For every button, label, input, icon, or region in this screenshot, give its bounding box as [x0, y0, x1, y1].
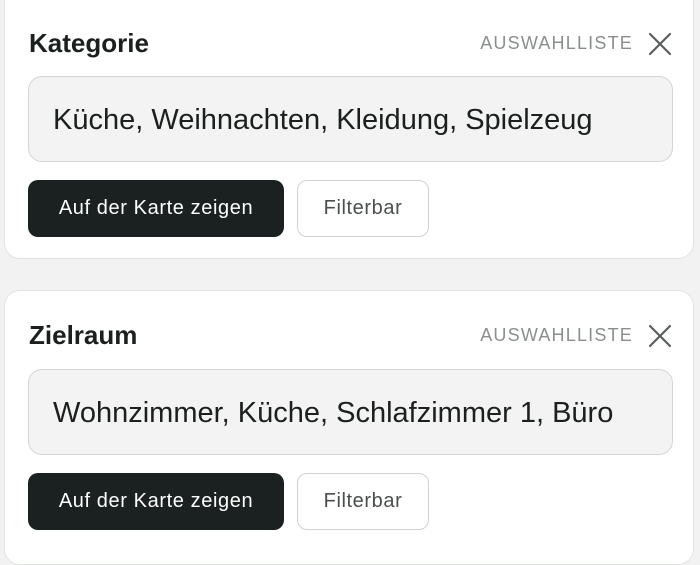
filter-type-label: AUSWAHLLISTE — [480, 33, 633, 53]
close-icon[interactable] — [647, 31, 673, 57]
filter-title: Zielraum — [29, 320, 138, 350]
filter-title: Kategorie — [29, 28, 149, 58]
show-on-map-button[interactable]: Auf der Karte zeigen — [28, 180, 284, 237]
filter-card-zielraum: Zielraum AUSWAHLLISTE Wohnzimmer, Küche,… — [4, 290, 694, 565]
filter-card-kategorie: Kategorie AUSWAHLLISTE Küche, Weihnachte… — [4, 0, 694, 259]
filter-type-label: AUSWAHLLISTE — [480, 325, 633, 345]
filter-value-text: Wohnzimmer, Küche, Schlafzimmer 1, Büro — [53, 397, 614, 429]
show-on-map-button[interactable]: Auf der Karte zeigen — [28, 473, 284, 530]
filterable-button[interactable]: Filterbar — [297, 180, 429, 237]
filterable-button[interactable]: Filterbar — [297, 473, 429, 530]
filter-value-field[interactable]: Küche, Weihnachten, Kleidung, Spielzeug — [28, 76, 673, 162]
filter-value-text: Küche, Weihnachten, Kleidung, Spielzeug — [53, 104, 593, 136]
filter-value-field[interactable]: Wohnzimmer, Küche, Schlafzimmer 1, Büro — [28, 369, 673, 455]
close-icon[interactable] — [647, 323, 673, 349]
